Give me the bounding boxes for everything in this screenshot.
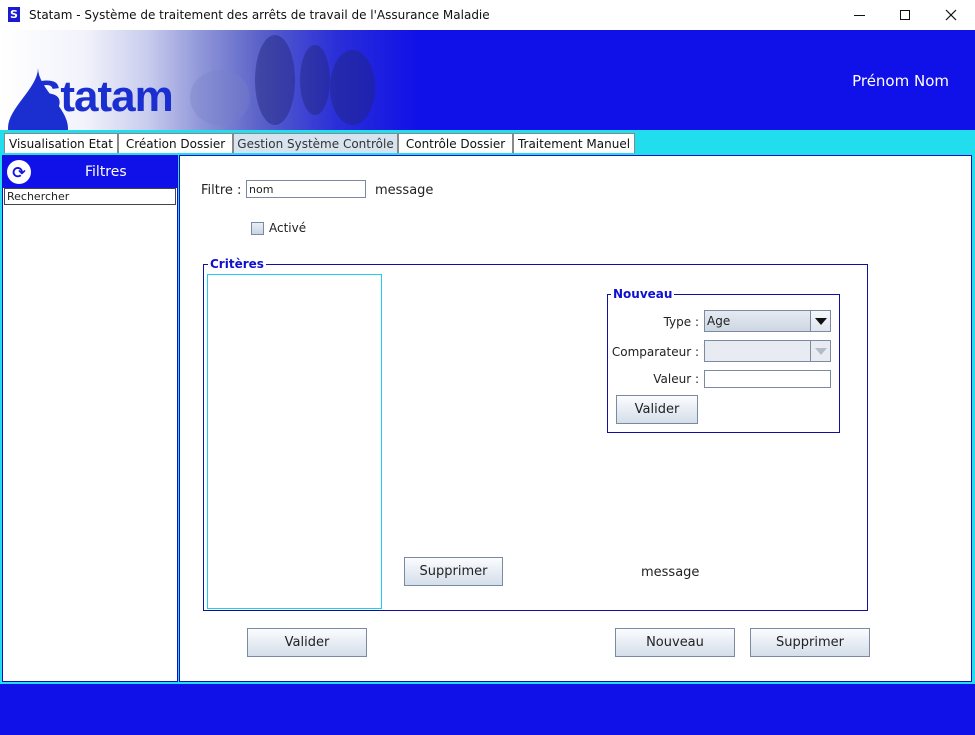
type-select-value: Age (707, 314, 731, 328)
type-label: Type : (663, 315, 699, 329)
value-label: Valeur : (653, 372, 699, 386)
validate-criterion-button[interactable]: Valider (616, 395, 698, 424)
window-title: Statam - Système de traitement des arrêt… (29, 8, 490, 22)
chevron-down-icon (814, 347, 827, 355)
type-dropdown-arrow[interactable] (810, 311, 830, 331)
value-input[interactable] (704, 370, 831, 388)
delete-button[interactable]: Supprimer (750, 628, 870, 657)
tab-visualisation-etat[interactable]: Visualisation Etat (4, 133, 118, 153)
criteria-title: Critères (208, 257, 266, 271)
user-name: Prénom Nom (852, 72, 949, 90)
refresh-icon[interactable]: ⟳ (7, 160, 31, 184)
comparator-select[interactable] (704, 340, 831, 362)
active-label: Activé (269, 221, 307, 235)
new-criterion-title: Nouveau (611, 287, 675, 301)
delete-criteria-button[interactable]: Supprimer (404, 557, 503, 586)
validate-button[interactable]: Valider (247, 628, 367, 657)
criteria-group: Critères Supprimer message Nouveau Type … (203, 257, 868, 611)
tab-gestion-systeme-controle[interactable]: Gestion Système Contrôle (233, 133, 398, 153)
footer-bar (0, 684, 975, 735)
new-button[interactable]: Nouveau (615, 628, 735, 657)
comparator-dropdown-arrow[interactable] (810, 341, 830, 361)
header-banner: Statam Prénom Nom (0, 30, 975, 130)
content-panel: Filtre : message Activé Critères Supprim… (179, 155, 972, 682)
type-select[interactable]: Age (704, 310, 831, 332)
minimize-button[interactable] (836, 0, 882, 30)
search-input[interactable] (4, 188, 176, 205)
logo-text: Statam (32, 72, 174, 121)
comparator-label: Comparateur : (611, 345, 699, 359)
maximize-icon (900, 10, 910, 20)
close-icon (945, 9, 957, 21)
filter-message: message (375, 183, 434, 198)
sidebar-header: ⟳ Filtres (3, 156, 177, 188)
tab-bar: Visualisation Etat Création Dossier Gest… (0, 130, 975, 153)
criteria-message: message (641, 565, 700, 580)
criteria-list[interactable] (207, 274, 382, 609)
active-checkbox[interactable] (251, 222, 264, 235)
tab-traitement-manuel[interactable]: Traitement Manuel (513, 133, 635, 153)
minimize-icon (853, 14, 865, 16)
chevron-down-icon (814, 317, 827, 325)
app-icon: S (8, 7, 20, 22)
title-bar: S Statam - Système de traitement des arr… (0, 0, 975, 30)
filter-name-input[interactable] (246, 180, 366, 198)
maximize-button[interactable] (882, 0, 928, 30)
close-button[interactable] (928, 0, 974, 30)
filter-label: Filtre : (201, 183, 242, 198)
tab-creation-dossier[interactable]: Création Dossier (118, 133, 233, 153)
tab-controle-dossier[interactable]: Contrôle Dossier (398, 133, 513, 153)
filters-sidebar: ⟳ Filtres (2, 155, 178, 682)
new-criterion-group: Nouveau Type : Age Comparateur : Valeur … (607, 287, 840, 433)
sidebar-title: Filtres (85, 164, 127, 180)
